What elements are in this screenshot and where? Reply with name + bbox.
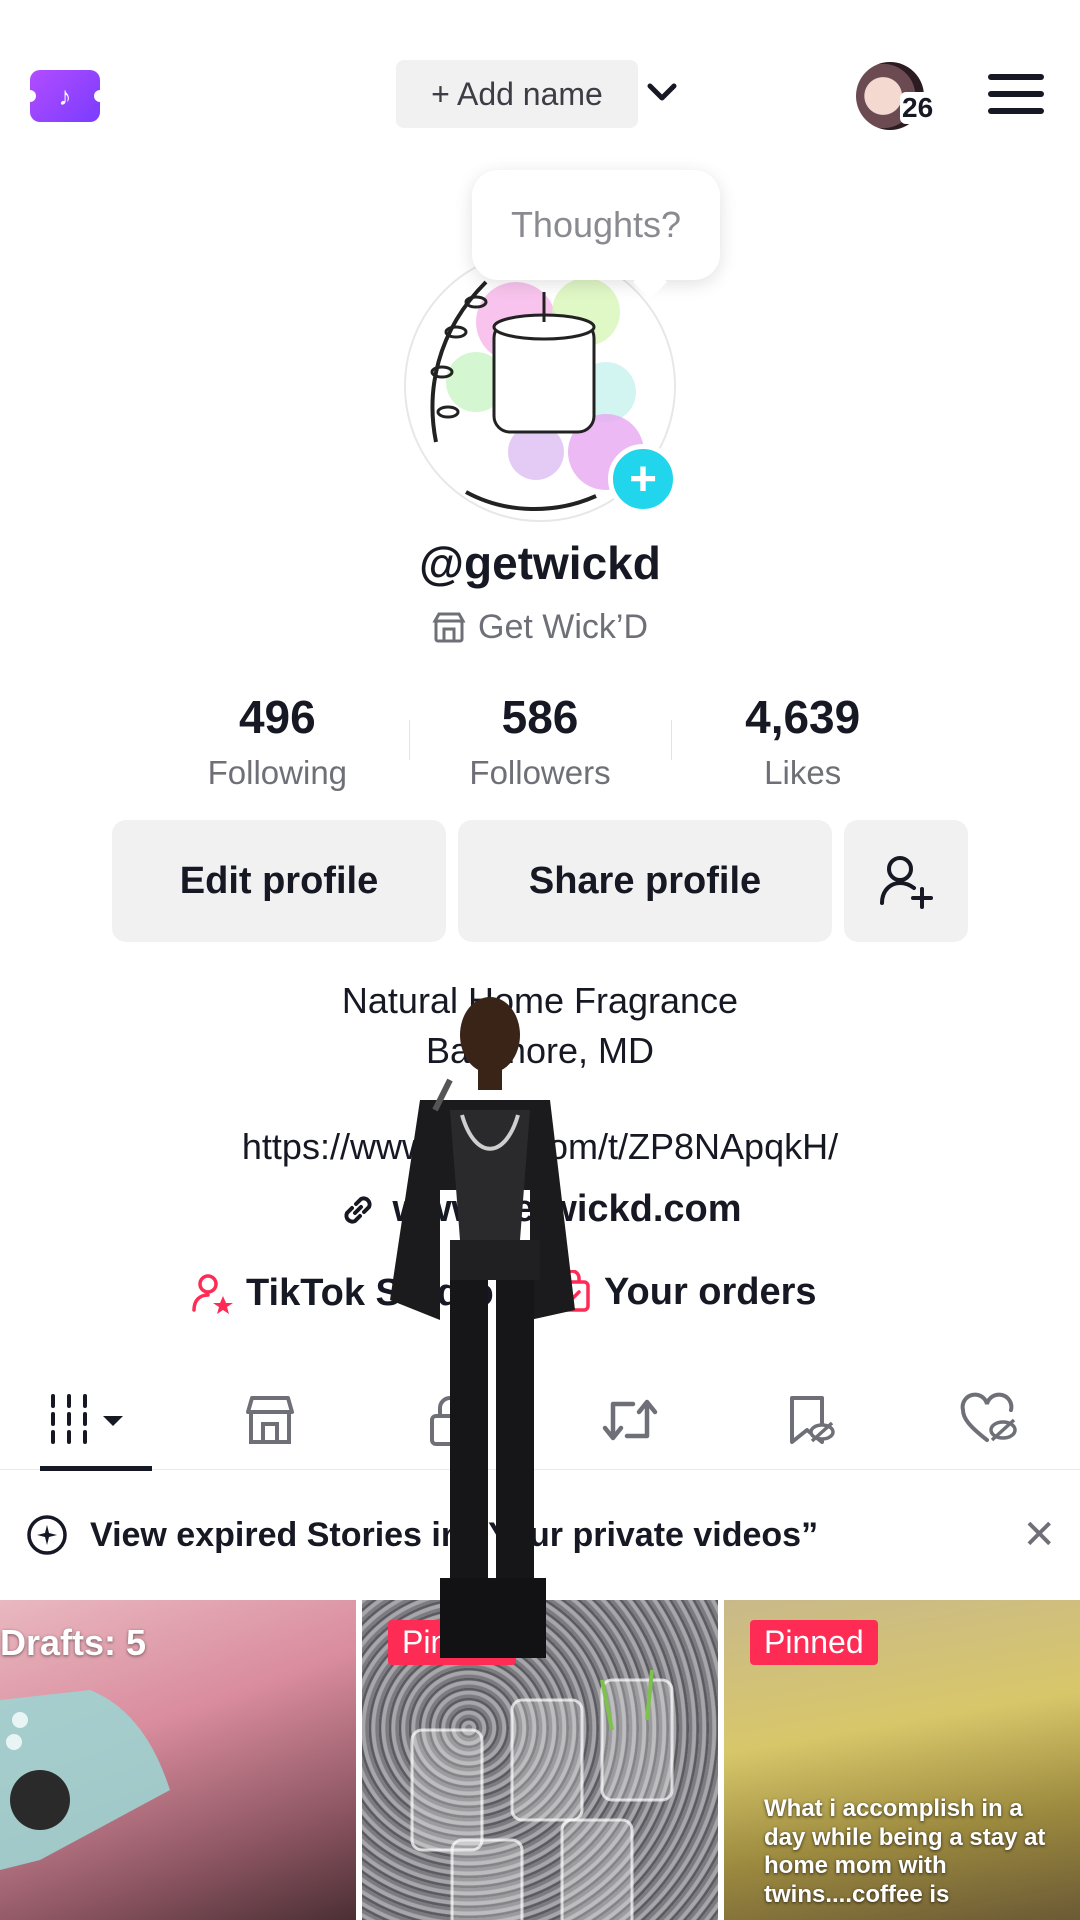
followers-label: Followers <box>469 754 611 791</box>
chevron-down-icon[interactable] <box>644 74 680 110</box>
gamepad-icon <box>0 1690 170 1870</box>
followers-count: 586 <box>501 691 579 743</box>
following-label: Following <box>207 754 348 791</box>
stat-following[interactable]: 496 Following <box>146 690 409 800</box>
your-orders-label: Your orders <box>604 1270 817 1313</box>
edit-profile-button[interactable]: Edit profile <box>112 820 446 942</box>
tab-favorites[interactable] <box>720 1370 900 1469</box>
tab-videos[interactable] <box>0 1370 180 1471</box>
person-sticker-overlay <box>390 997 575 1658</box>
add-friend-button[interactable] <box>844 820 968 942</box>
stat-likes[interactable]: 4,639 Likes <box>671 690 934 800</box>
tab-shop[interactable] <box>180 1370 360 1469</box>
username: @getwickd <box>419 537 661 589</box>
close-icon[interactable]: ✕ <box>1022 1512 1056 1558</box>
video-thumbnail-drafts[interactable]: Drafts: 5 <box>0 1600 356 1920</box>
likes-label: Likes <box>764 754 842 791</box>
stat-followers[interactable]: 586 Followers <box>408 690 672 800</box>
glass-jars-icon <box>410 1670 674 1920</box>
business-name: Get Wick’D <box>478 608 648 646</box>
videos-grid-icon <box>51 1393 123 1444</box>
menu-icon[interactable] <box>988 74 1044 118</box>
following-count: 496 <box>238 691 316 743</box>
stats-row: 496 Following 586 Followers 4,639 Likes <box>146 690 934 800</box>
creator-star-icon <box>192 1274 233 1314</box>
add-name-button[interactable]: + Add name <box>396 60 638 128</box>
video-caption: What i accomplish in a day while being a… <box>764 1794 1046 1909</box>
bookmark-hidden-icon <box>790 1395 835 1444</box>
notification-count-badge: 26 <box>900 92 936 124</box>
story-plus-icon <box>27 1515 67 1555</box>
add-story-plus-icon[interactable]: + <box>608 444 678 514</box>
add-person-icon <box>880 856 933 909</box>
likes-count: 4,639 <box>745 691 861 743</box>
shop-icon <box>246 1395 294 1444</box>
thoughts-tooltip[interactable]: Thoughts? <box>472 170 720 280</box>
business-name-row[interactable]: Get Wick’D <box>0 608 1080 647</box>
drafts-label: Drafts: 5 <box>0 1622 147 1663</box>
heart-hidden-icon <box>960 1392 1017 1442</box>
share-profile-button[interactable]: Share profile <box>458 820 832 942</box>
your-orders-link[interactable]: Your orders <box>552 1270 817 1314</box>
repost-icon <box>602 1399 658 1440</box>
tiktok-ticket-icon[interactable]: ♪ <box>24 70 106 122</box>
link-icon <box>344 1195 372 1224</box>
video-thumbnail-pinned-2[interactable]: Pinned What i accomplish in a day while … <box>724 1600 1080 1920</box>
tab-liked[interactable] <box>900 1370 1080 1469</box>
pinned-badge: Pinned <box>750 1620 878 1665</box>
storefront-icon <box>432 612 466 642</box>
